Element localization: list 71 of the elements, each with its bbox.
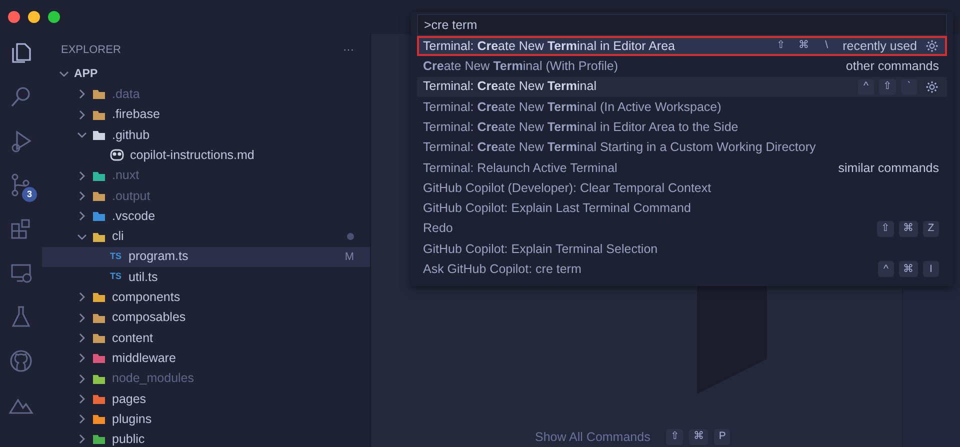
group-label: similar commands [838,160,939,177]
key-cap: I [923,261,939,278]
command-item[interactable]: Terminal: Create New Terminal in Editor Area ⇧ ⌘ \ recently used [417,36,947,56]
tree-item[interactable]: copilot-instructions.md [42,145,370,166]
command-label: Terminal: Create New Terminal (In Active Workspace) [423,98,722,116]
key-cap: ⇧ [776,38,787,54]
tree-item[interactable]: TS program.ts M [42,246,370,267]
command-item[interactable]: Terminal: Create New Terminal in Editor Area to the Side [417,117,947,138]
git-status-label: M [344,250,354,265]
tree-item[interactable]: content [42,328,370,348]
tree-item[interactable]: components [42,287,370,308]
tree-item[interactable]: .vscode [42,206,370,226]
key-cap: ⇧ [877,220,894,237]
command-item[interactable]: Ask GitHub Copilot: cre term ^ ⌘ I [417,259,947,280]
command-label: Terminal: Create New Terminal in Editor Area to the Side [423,118,740,136]
key-cap: ^ [858,78,874,95]
minimize-window-button[interactable] [28,11,40,23]
tree-item[interactable]: .github [42,124,370,146]
key-cap: ^ [878,261,894,278]
key-cap: ⌘ [689,429,708,445]
tree-item[interactable]: plugins [42,409,370,430]
key-cap: ` [901,78,917,95]
command-item[interactable]: Terminal: Create New Terminal Starting in a Custom Working Directory [417,137,947,158]
command-item[interactable]: Terminal: Create New Terminal (In Active Workspace) [417,96,947,118]
command-label: Redo [423,220,454,238]
key-cap: P [714,429,730,445]
tree-item[interactable]: .firebase [42,104,370,125]
command-item[interactable]: Terminal: Relaunch Active Terminal similar commands [417,158,947,178]
sidebar-title: EXPLORER [61,42,121,58]
tree-item[interactable]: middleware [42,348,370,368]
command-item[interactable]: GitHub Copilot: Explain Terminal Selection [417,238,947,260]
file-type-label: TS [110,270,122,284]
key-cap: ⌘ [899,220,918,237]
command-label: GitHub Copilot: Explain Last Terminal Command [423,200,692,218]
key-cap: ⌘ [798,38,811,54]
command-item[interactable]: Terminal: Create New Terminal ^ ⇧ ` [417,76,947,97]
close-window-button[interactable] [8,11,20,23]
hint-label: Show All Commands [535,428,650,446]
settings-icon[interactable] [925,80,939,94]
key-cap: ⇧ [666,429,684,445]
command-item[interactable]: Redo ⇧ ⌘ Z [417,218,947,239]
file-type-label: TS [110,250,122,264]
command-label: GitHub Copilot (Developer): Clear Temporal Context [423,180,712,197]
command-label: Terminal: Create New Terminal in Editor Area [423,38,676,55]
command-label: Terminal: Relaunch Active Terminal [423,160,618,177]
zoom-window-button[interactable] [48,11,60,23]
command-item[interactable]: GitHub Copilot: Explain Last Terminal Command [417,198,947,219]
tree-item[interactable]: public [42,429,370,447]
key-cap: ⌘ [899,261,918,278]
count-badge: 3 [22,187,37,202]
command-item[interactable]: GitHub Copilot (Developer): Clear Temporal Context [417,178,947,198]
command-label: GitHub Copilot: Explain Terminal Selection [423,240,659,258]
more-actions-button[interactable]: ··· [343,42,354,58]
command-label: Ask GitHub Copilot: cre term [423,261,582,278]
key-cap: ⇧ [879,78,896,95]
tree-item[interactable]: cli [42,226,370,247]
command-label: Terminal: Create New Terminal Starting in a Custom Working Directory [423,139,817,156]
command-label: Terminal: Create New Terminal [423,78,598,96]
tree-item[interactable]: composables [42,308,370,328]
tree-root[interactable]: APP [42,64,370,84]
tree-item[interactable]: pages [42,388,370,410]
key-cap: Z [923,220,939,237]
robot-icon [110,149,124,162]
command-label: Create New Terminal (With Profile) [423,58,619,76]
group-label: other commands [846,58,939,76]
command-input-field[interactable]: >cre term [417,14,947,36]
key-cap: \ [824,38,830,54]
tree-item[interactable]: TS util.ts [42,266,370,288]
command-item[interactable]: Create New Terminal (With Profile) other commands [417,56,947,77]
settings-icon[interactable] [925,39,939,54]
group-label: recently used [842,38,917,55]
